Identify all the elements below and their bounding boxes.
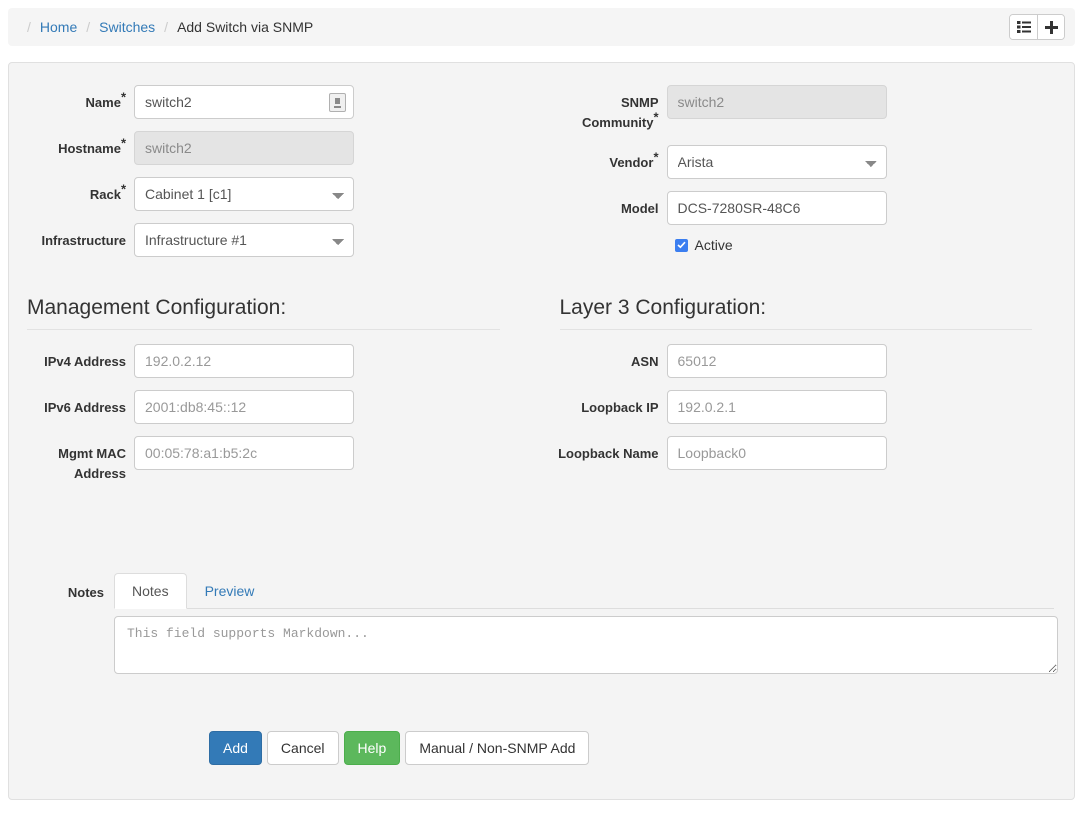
notes-label: Notes [67,585,104,600]
ipv6-input[interactable] [134,390,354,424]
list-view-button[interactable] [1010,15,1037,39]
breadcrumb-item-home[interactable]: Home [40,20,77,34]
breadcrumb-item-current: Add Switch via SNMP [177,19,314,35]
vendor-control: Arista [666,145,887,179]
snmp-community-control [666,85,887,119]
layer3-section-header: Layer 3 Configuration: [542,295,1075,330]
help-button[interactable]: Help [343,731,401,765]
ipv4-label: IPv4 Address [44,354,126,369]
cancel-button[interactable]: Cancel [266,731,339,765]
breadcrumb-separator: / [164,19,169,35]
field-row-snmp-community: SNMP Community* [542,85,1075,133]
ipv4-input[interactable] [134,344,354,378]
loopback-ip-input[interactable] [666,390,887,424]
model-input[interactable] [666,191,887,225]
management-section-title: Management Configuration: [27,295,500,330]
add-button[interactable] [1037,15,1064,39]
field-row-mgmt-mac: Mgmt MAC Address [9,436,542,484]
loopback-ip-label: Loopback IP [581,400,659,415]
rack-select[interactable]: Cabinet 1 [c1] [134,177,354,211]
field-row-loopback-ip: Loopback IP [542,390,1075,424]
name-input[interactable] [134,85,354,119]
management-configuration-column: Management Configuration: IPv4 Address I… [9,295,542,496]
required-marker: * [120,181,126,197]
name-control [134,85,354,119]
field-row-active: Active [674,237,1075,253]
loopback-name-input[interactable] [666,436,887,470]
right-column: SNMP Community* Vendor* Arista Model [542,85,1075,269]
active-checkbox[interactable] [674,238,688,252]
manual-non-snmp-add-button[interactable]: Manual / Non-SNMP Add [405,731,590,765]
asn-control [666,344,887,378]
field-row-rack: Rack* Cabinet 1 [c1] [9,177,542,211]
configuration-sections: Management Configuration: IPv4 Address I… [9,295,1074,496]
required-marker: * [653,149,659,165]
check-icon [676,241,686,249]
required-marker: * [653,109,659,125]
field-row-loopback-name: Loopback Name [542,436,1075,470]
add-switch-form-panel: Name* Hostname* Rack* Cabinet 1 [c1] [8,62,1075,800]
model-label: Model [620,201,659,216]
layer3-section-title: Layer 3 Configuration: [559,295,1032,330]
rack-label: Rack* [89,181,126,202]
breadcrumb-separator: / [86,19,91,35]
mgmt-mac-label: Mgmt MAC Address [58,446,126,481]
required-marker: * [120,135,126,151]
mgmt-mac-input[interactable] [134,436,354,470]
field-row-ipv6: IPv6 Address [9,390,542,424]
asn-label: ASN [631,354,659,369]
field-row-infrastructure: Infrastructure Infrastructure #1 [9,223,542,257]
contact-card-icon[interactable] [329,93,346,112]
ipv6-control [134,390,354,424]
ipv6-label: IPv6 Address [44,400,126,415]
snmp-community-label: SNMP Community* [581,95,659,130]
infrastructure-control: Infrastructure #1 [134,223,354,257]
breadcrumb-bar: / Home / Switches / Add Switch via SNMP [8,8,1075,46]
add-submit-button[interactable]: Add [209,731,262,765]
required-marker: * [120,89,126,105]
infrastructure-label: Infrastructure [41,233,126,248]
notes-body: Notes Preview [114,573,1058,674]
left-column: Name* Hostname* Rack* Cabinet 1 [c1] [9,85,542,269]
management-section-header: Management Configuration: [9,295,542,330]
vendor-select[interactable]: Arista [666,145,887,179]
name-label: Name* [85,89,126,110]
loopback-name-control [666,436,887,470]
list-icon [1016,21,1031,33]
active-label: Active [694,237,733,253]
field-row-name: Name* [9,85,542,119]
notes-field: Notes Notes Preview [9,573,1074,674]
vendor-label: Vendor* [609,149,659,170]
hostname-control [134,131,354,165]
infrastructure-select[interactable]: Infrastructure #1 [134,223,354,257]
hostname-label: Hostname* [58,135,126,156]
mgmt-mac-control [134,436,354,470]
breadcrumb-separator: / [27,19,31,35]
notes-tabs: Notes Preview [114,573,1054,609]
layer3-configuration-column: Layer 3 Configuration: ASN Loopback IP L… [542,295,1075,496]
breadcrumb-item-switches[interactable]: Switches [99,20,155,34]
top-fields-columns: Name* Hostname* Rack* Cabinet 1 [c1] [9,85,1074,269]
loopback-name-label: Loopback Name [558,446,659,461]
ipv4-control [134,344,354,378]
rack-control: Cabinet 1 [c1] [134,177,354,211]
loopback-ip-control [666,390,887,424]
breadcrumb-actions [1009,14,1065,40]
field-row-vendor: Vendor* Arista [542,145,1075,179]
tab-notes[interactable]: Notes [114,573,187,609]
snmp-community-input [666,85,887,119]
form-actions: Add Cancel Help Manual / Non-SNMP Add [209,731,590,765]
asn-input[interactable] [666,344,887,378]
breadcrumb: / Home / Switches / Add Switch via SNMP [18,20,313,34]
field-row-ipv4: IPv4 Address [9,344,542,378]
field-row-asn: ASN [542,344,1075,378]
tab-preview[interactable]: Preview [187,573,273,609]
plus-icon [1044,20,1058,34]
field-row-hostname: Hostname* [9,131,542,165]
hostname-input [134,131,354,165]
field-row-model: Model [542,191,1075,225]
model-control [666,191,887,225]
notes-textarea[interactable] [114,616,1058,674]
